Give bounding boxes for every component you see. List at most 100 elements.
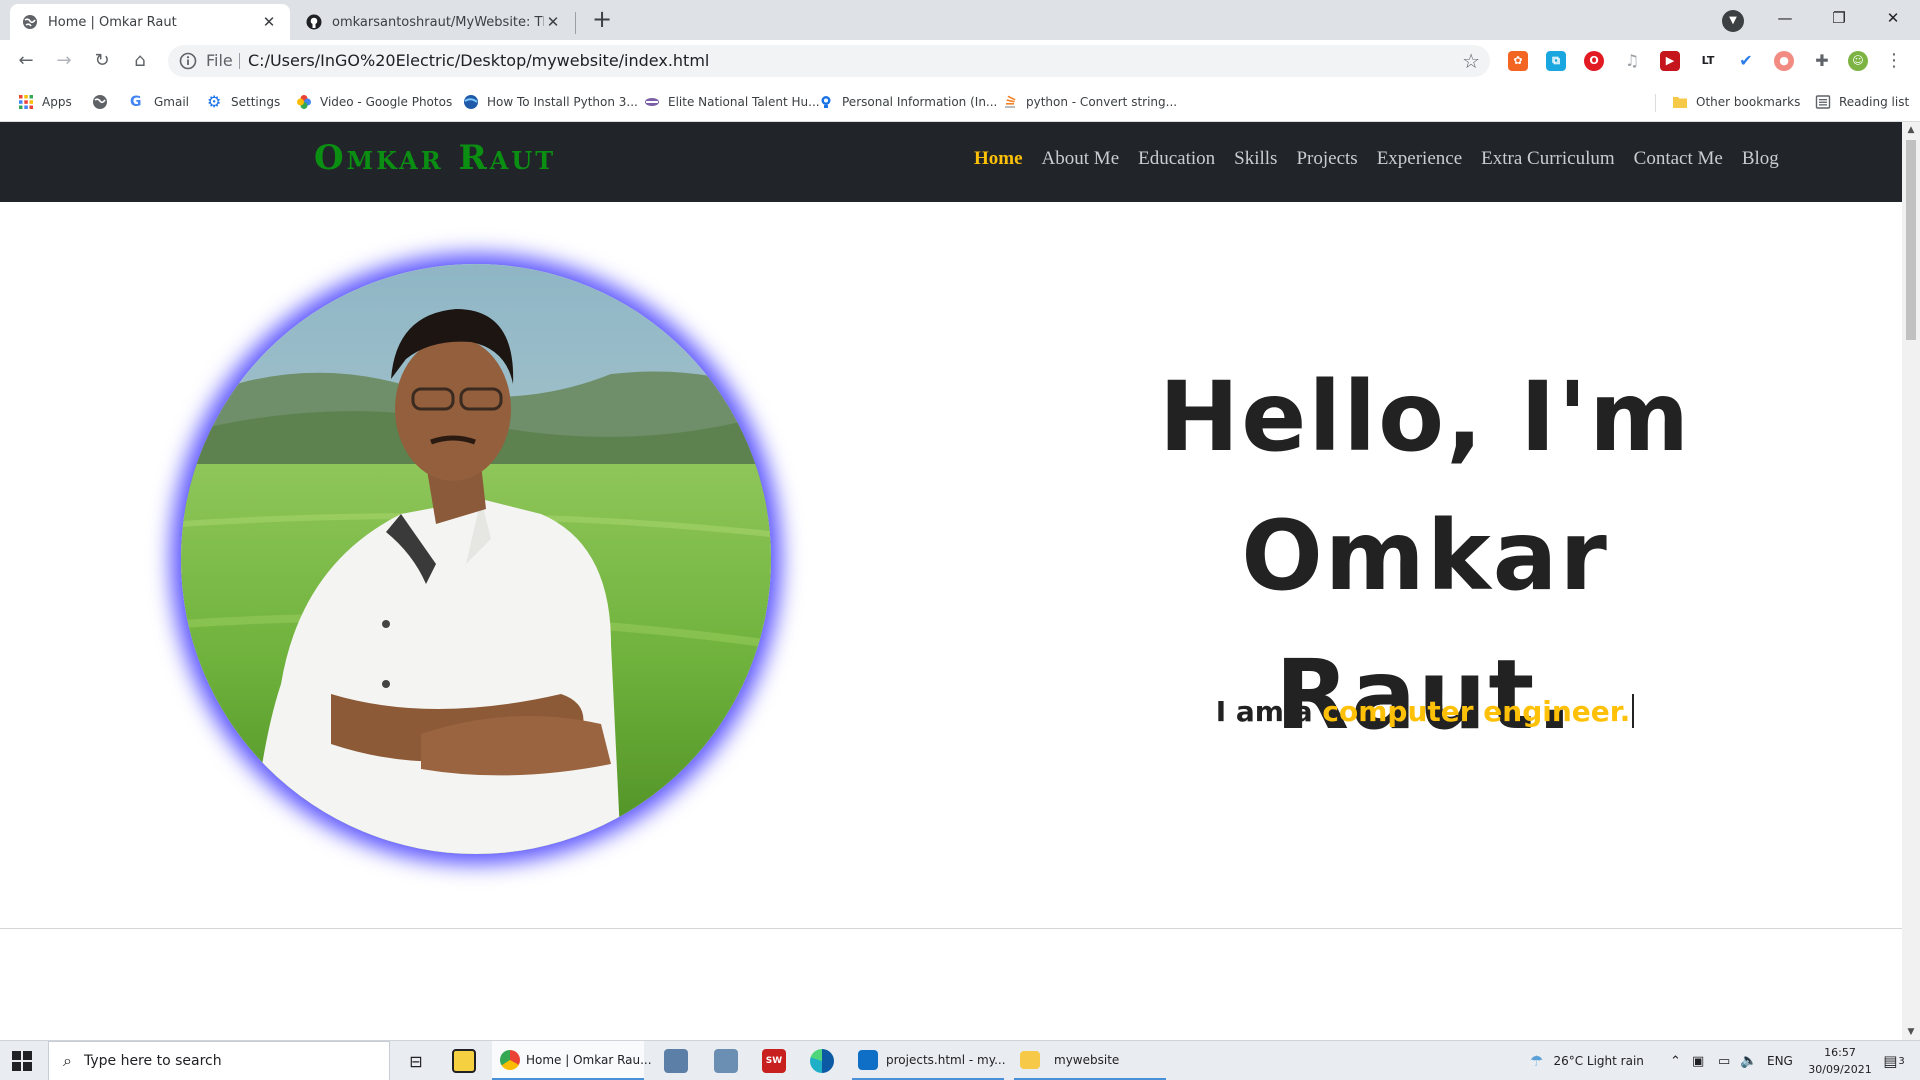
page-scrollbar[interactable]: ▲ ▼	[1902, 122, 1920, 1040]
bookmark-install-python[interactable]: How To Install Python 3...	[463, 92, 638, 112]
nav-link-about-me[interactable]: About Me	[1042, 142, 1120, 176]
solidworks-icon[interactable]: SW	[762, 1041, 786, 1080]
profile-avatar[interactable]: ☺	[1848, 51, 1868, 71]
scroll-up-icon[interactable]: ▲	[1902, 122, 1920, 138]
bookmark-google-photos[interactable]: Video - Google Photos	[296, 92, 452, 112]
apps-grid-icon	[19, 95, 33, 109]
nav-link-skills[interactable]: Skills	[1234, 142, 1277, 176]
reading-list[interactable]: Reading list	[1815, 92, 1909, 112]
section-divider	[0, 928, 1902, 929]
bookmark-label: Gmail	[154, 95, 190, 109]
extension-paw-icon[interactable]: ✿	[1508, 51, 1528, 71]
bookmark-elite-talent[interactable]: Elite National Talent Hu...	[644, 92, 820, 112]
close-tab-icon[interactable]: ✕	[260, 13, 278, 31]
opera-icon[interactable]: O	[1584, 51, 1604, 71]
close-tab-icon[interactable]: ✕	[544, 13, 562, 31]
gear-icon: ⚙	[207, 92, 222, 111]
home-icon[interactable]: ⌂	[126, 47, 154, 75]
bookmark-label: Apps	[42, 95, 72, 109]
weather-widget[interactable]: ☂ 26°C Light rain	[1530, 1041, 1644, 1080]
bookmark-label: Settings	[231, 95, 281, 109]
taskbar-explorer-mywebsite[interactable]: mywebsite	[1014, 1041, 1166, 1080]
restore-icon[interactable]: ❐	[1816, 4, 1862, 32]
windows-start-icon[interactable]	[12, 1051, 32, 1075]
bookmark-personal-info[interactable]: Personal Information (In...	[818, 92, 997, 112]
bookmark-gmail[interactable]: G Gmail	[130, 92, 189, 112]
nav-link-home[interactable]: Home	[974, 142, 1023, 176]
back-icon[interactable]: ←	[12, 47, 40, 75]
vscode-icon	[858, 1049, 878, 1070]
chrome-icon	[500, 1049, 520, 1070]
minimize-icon[interactable]: —	[1762, 4, 1808, 32]
taskbar-chrome-home[interactable]: Home | Omkar Rau...	[492, 1041, 652, 1080]
bookmark-label: python - Convert string...	[1026, 95, 1178, 109]
clock[interactable]: 16:57 30/09/2021	[1800, 1044, 1880, 1078]
tab-search-icon[interactable]: ▼	[1722, 10, 1744, 32]
bookmark-label: Video - Google Photos	[320, 95, 453, 109]
edge-icon[interactable]	[810, 1041, 834, 1080]
network-icon[interactable]: ▣	[1692, 1041, 1704, 1080]
taskbar-item-label: mywebsite	[1054, 1052, 1120, 1067]
windows-taskbar: ⌕ Type here to search ⊟ Home | Omkar Rau…	[0, 1040, 1920, 1080]
info-icon[interactable]	[178, 51, 198, 71]
globe-icon	[23, 15, 37, 29]
volume-icon[interactable]: 🔈	[1740, 1041, 1757, 1080]
extension-circle-icon[interactable]: ●	[1774, 51, 1794, 71]
bookmark-settings[interactable]: ⚙ Settings	[207, 92, 280, 112]
taskbar-search-box[interactable]: ⌕ Type here to search	[48, 1041, 390, 1080]
url-text[interactable]: C:/Users/InGO%20Electric/Desktop/mywebsi…	[248, 51, 709, 70]
forward-icon[interactable]: →	[50, 47, 78, 75]
pinwheel-icon	[297, 95, 311, 109]
search-icon: ⌕	[63, 1051, 72, 1070]
nav-link-education[interactable]: Education	[1138, 142, 1215, 176]
task-view-icon[interactable]: ⊟	[404, 1041, 428, 1080]
profile-photo	[181, 264, 771, 854]
close-window-icon[interactable]: ✕	[1870, 4, 1916, 32]
calculator-icon[interactable]	[714, 1041, 738, 1080]
sticky-notes-icon[interactable]	[452, 1041, 476, 1080]
bookmark-star-icon[interactable]: ☆	[1462, 49, 1480, 73]
reload-icon[interactable]: ↻	[88, 47, 116, 75]
show-hidden-icons-icon[interactable]: ⌃	[1670, 1041, 1681, 1080]
nav-link-projects[interactable]: Projects	[1296, 142, 1357, 176]
scroll-down-icon[interactable]: ▼	[1902, 1024, 1920, 1040]
new-tab-button[interactable]: +	[588, 6, 616, 34]
battery-icon[interactable]: ▭	[1718, 1041, 1730, 1080]
printer-app-icon[interactable]	[664, 1041, 688, 1080]
taskbar-vscode-projects[interactable]: projects.html - my...	[852, 1041, 1006, 1080]
reading-list-label: Reading list	[1839, 95, 1910, 109]
language-indicator[interactable]: ENG	[1767, 1041, 1793, 1080]
extension-check-icon[interactable]: ✔	[1736, 51, 1756, 71]
folder-icon	[1673, 97, 1687, 108]
tab-github[interactable]: omkarsantoshraut/MyWebsite: This is m ✕	[294, 4, 574, 40]
menu-kebab-icon[interactable]: ⋮	[1880, 47, 1908, 75]
other-bookmarks[interactable]: Other bookmarks	[1672, 92, 1800, 112]
address-bar[interactable]: File C:/Users/InGO%20Electric/Desktop/my…	[168, 45, 1490, 77]
extension-video-icon[interactable]: ▶	[1660, 51, 1680, 71]
bookmark-apps[interactable]: Apps	[18, 92, 72, 112]
rain-cloud-icon: ☂	[1530, 1052, 1544, 1070]
bookmark-python-convert[interactable]: python - Convert string...	[1002, 92, 1177, 112]
clock-date: 30/09/2021	[1808, 1063, 1872, 1076]
reading-list-icon	[1815, 95, 1831, 109]
extensions-puzzle-icon[interactable]: ✚	[1812, 51, 1832, 71]
subtitle-prefix: I am a	[1215, 695, 1313, 728]
tab-home[interactable]: Home | Omkar Raut ✕	[10, 4, 290, 40]
tab-title: Home | Omkar Raut	[48, 14, 177, 30]
site-brand[interactable]: Omkar Raut	[314, 138, 556, 178]
bookmark-globe[interactable]	[92, 92, 116, 112]
google-icon: G	[130, 94, 142, 110]
nav-link-experience[interactable]: Experience	[1377, 142, 1462, 176]
other-bookmarks-label: Other bookmarks	[1696, 95, 1801, 109]
nav-link-extra-curriculum[interactable]: Extra Curriculum	[1481, 142, 1615, 176]
extension-translate-icon[interactable]: ⧉	[1546, 51, 1566, 71]
notifications-icon[interactable]: ▤ 3	[1880, 1041, 1908, 1080]
extension-lt-icon[interactable]: LT	[1698, 51, 1718, 71]
scrollbar-thumb[interactable]	[1906, 140, 1916, 340]
tab-title: omkarsantoshraut/MyWebsite: This is m	[332, 14, 544, 30]
taskbar-item-label: Home | Omkar Rau...	[526, 1052, 652, 1067]
nav-link-contact-me[interactable]: Contact Me	[1634, 142, 1723, 176]
bookmarks-bar: Apps G Gmail ⚙ Settings Video - Google P…	[0, 82, 1920, 122]
nav-link-blog[interactable]: Blog	[1742, 142, 1779, 176]
music-icon[interactable]: ♫	[1622, 51, 1642, 71]
